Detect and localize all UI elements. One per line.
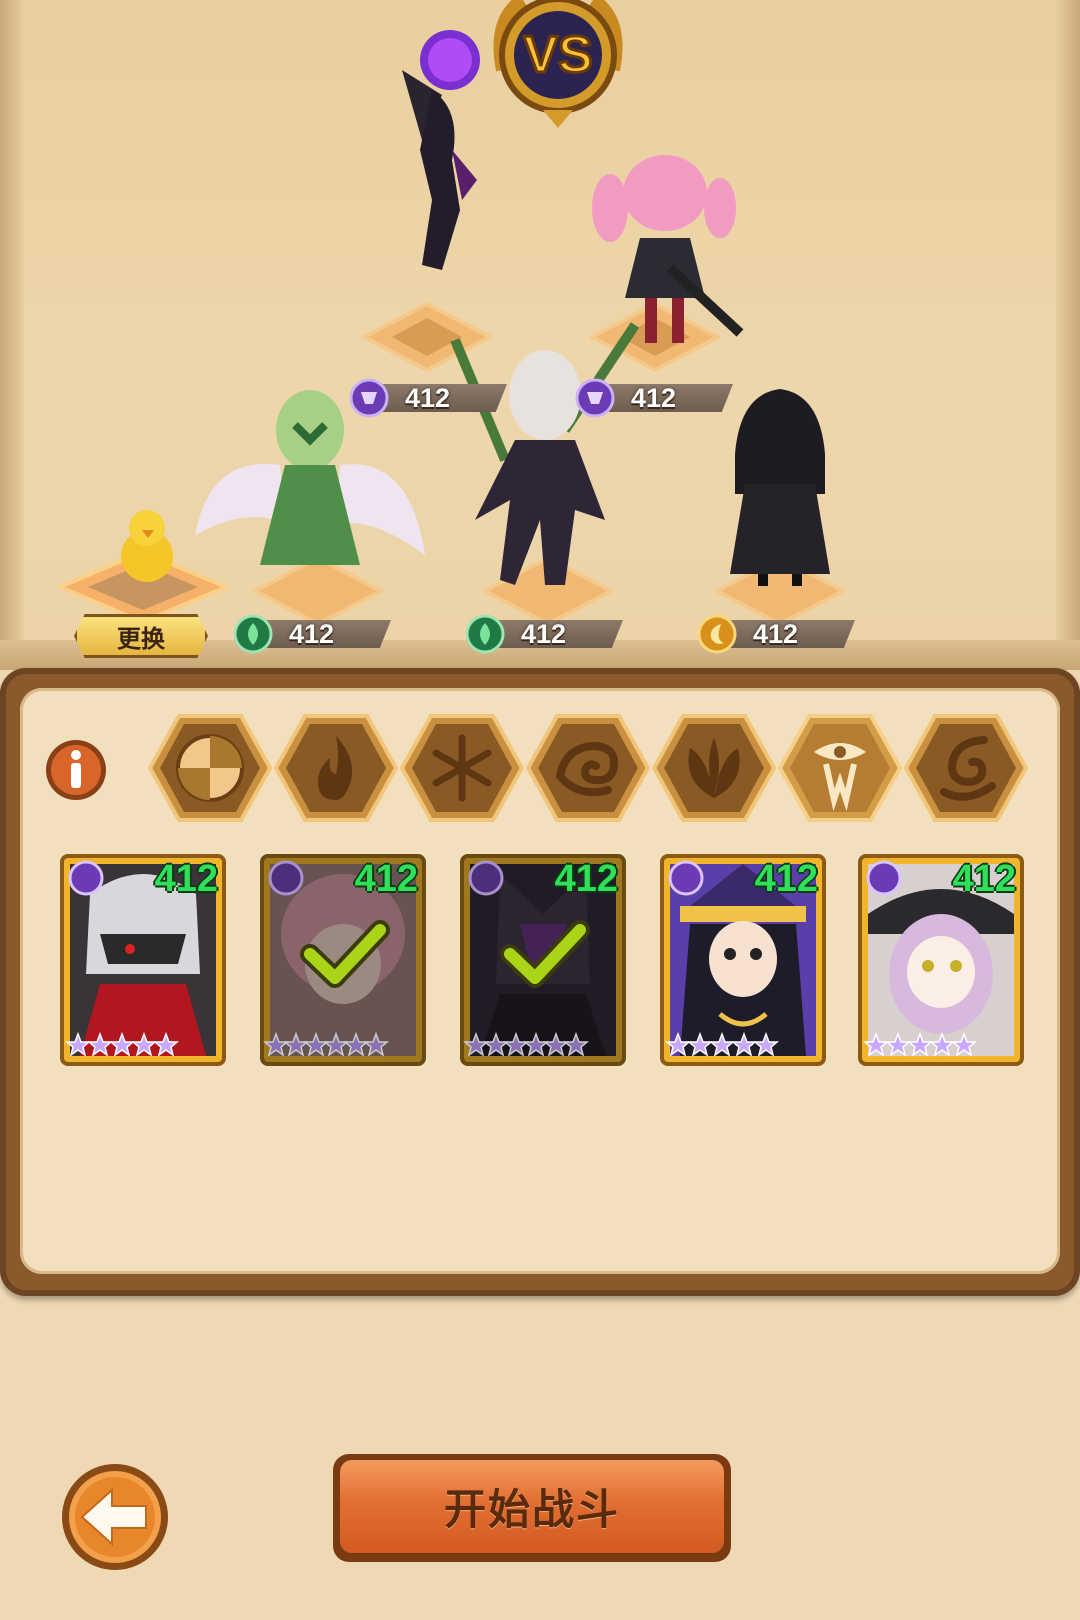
- unit-power-value: 412: [753, 619, 799, 649]
- hero-power-value: 412: [952, 858, 1016, 900]
- all-elements-icon: [176, 734, 244, 802]
- wood-element-icon: [465, 614, 505, 654]
- start-battle-label: 开始战斗: [443, 1485, 620, 1534]
- chick-pet-unit: [121, 510, 173, 582]
- field-border-left: [0, 0, 24, 660]
- start-battle-button-face: 开始战斗: [340, 1460, 724, 1553]
- tab-ice[interactable]: [400, 712, 524, 824]
- info-icon[interactable]: [44, 738, 108, 802]
- wood-element-icon: [233, 614, 273, 654]
- field-border-right: [1056, 0, 1080, 660]
- tab-fire[interactable]: [274, 712, 398, 824]
- hero-power-value: 412: [554, 858, 618, 900]
- light-dark-element-icon: [866, 860, 902, 896]
- unit-power-value: 412: [521, 619, 567, 649]
- start-battle-button[interactable]: 开始战斗: [333, 1454, 731, 1562]
- light-dark-element-icon: [468, 860, 504, 896]
- hero-power-value: 412: [154, 858, 218, 900]
- hero-card-witch[interactable]: 412: [660, 854, 826, 1066]
- unit-power-plate: 412: [465, 614, 623, 654]
- tab-all-elements[interactable]: [148, 712, 272, 824]
- angel-wood-unit: [195, 390, 425, 565]
- gold-element-icon: [697, 614, 737, 654]
- hero-card-reaper[interactable]: 412: [60, 854, 226, 1066]
- light-dark-element-icon: [68, 860, 104, 896]
- battlefield: VS 412 412 412 412 412 更换: [0, 0, 1080, 670]
- unit-power-plate: 412: [697, 614, 855, 654]
- hero-card-lavender-mage[interactable]: 412: [858, 854, 1024, 1066]
- hero-power-value: 412: [754, 858, 818, 900]
- hero-power-value: 412: [354, 858, 418, 900]
- back-arrow-icon[interactable]: [60, 1462, 170, 1572]
- light-dark-element-icon: [575, 378, 615, 418]
- tab-wood[interactable]: [652, 712, 776, 824]
- nun-unit: [730, 389, 830, 586]
- hero-card-pink-gunner[interactable]: 412: [260, 854, 426, 1066]
- vs-badge-icon: VS: [493, 0, 623, 128]
- unit-power-plate: 412: [233, 614, 391, 654]
- swap-pet-button[interactable]: 更换: [74, 614, 208, 658]
- unit-power-value: 412: [405, 383, 451, 413]
- vs-label: VS: [523, 26, 592, 84]
- scythe-demon-unit: [450, 322, 640, 585]
- light-dark-element-icon: [668, 860, 704, 896]
- unit-power-value: 412: [631, 383, 677, 413]
- unit-power-value: 412: [289, 619, 335, 649]
- light-dark-element-icon: [349, 378, 389, 418]
- light-dark-element-icon: [268, 860, 304, 896]
- unit-power-plate: 412: [575, 378, 733, 418]
- dark-winged-unit: [402, 30, 480, 270]
- tab-gold[interactable]: [904, 712, 1028, 824]
- tab-light-dark[interactable]: [778, 712, 902, 824]
- tab-wind[interactable]: [526, 712, 650, 824]
- hero-card-dark-knight[interactable]: 412: [460, 854, 626, 1066]
- unit-power-plate: 412: [349, 378, 507, 418]
